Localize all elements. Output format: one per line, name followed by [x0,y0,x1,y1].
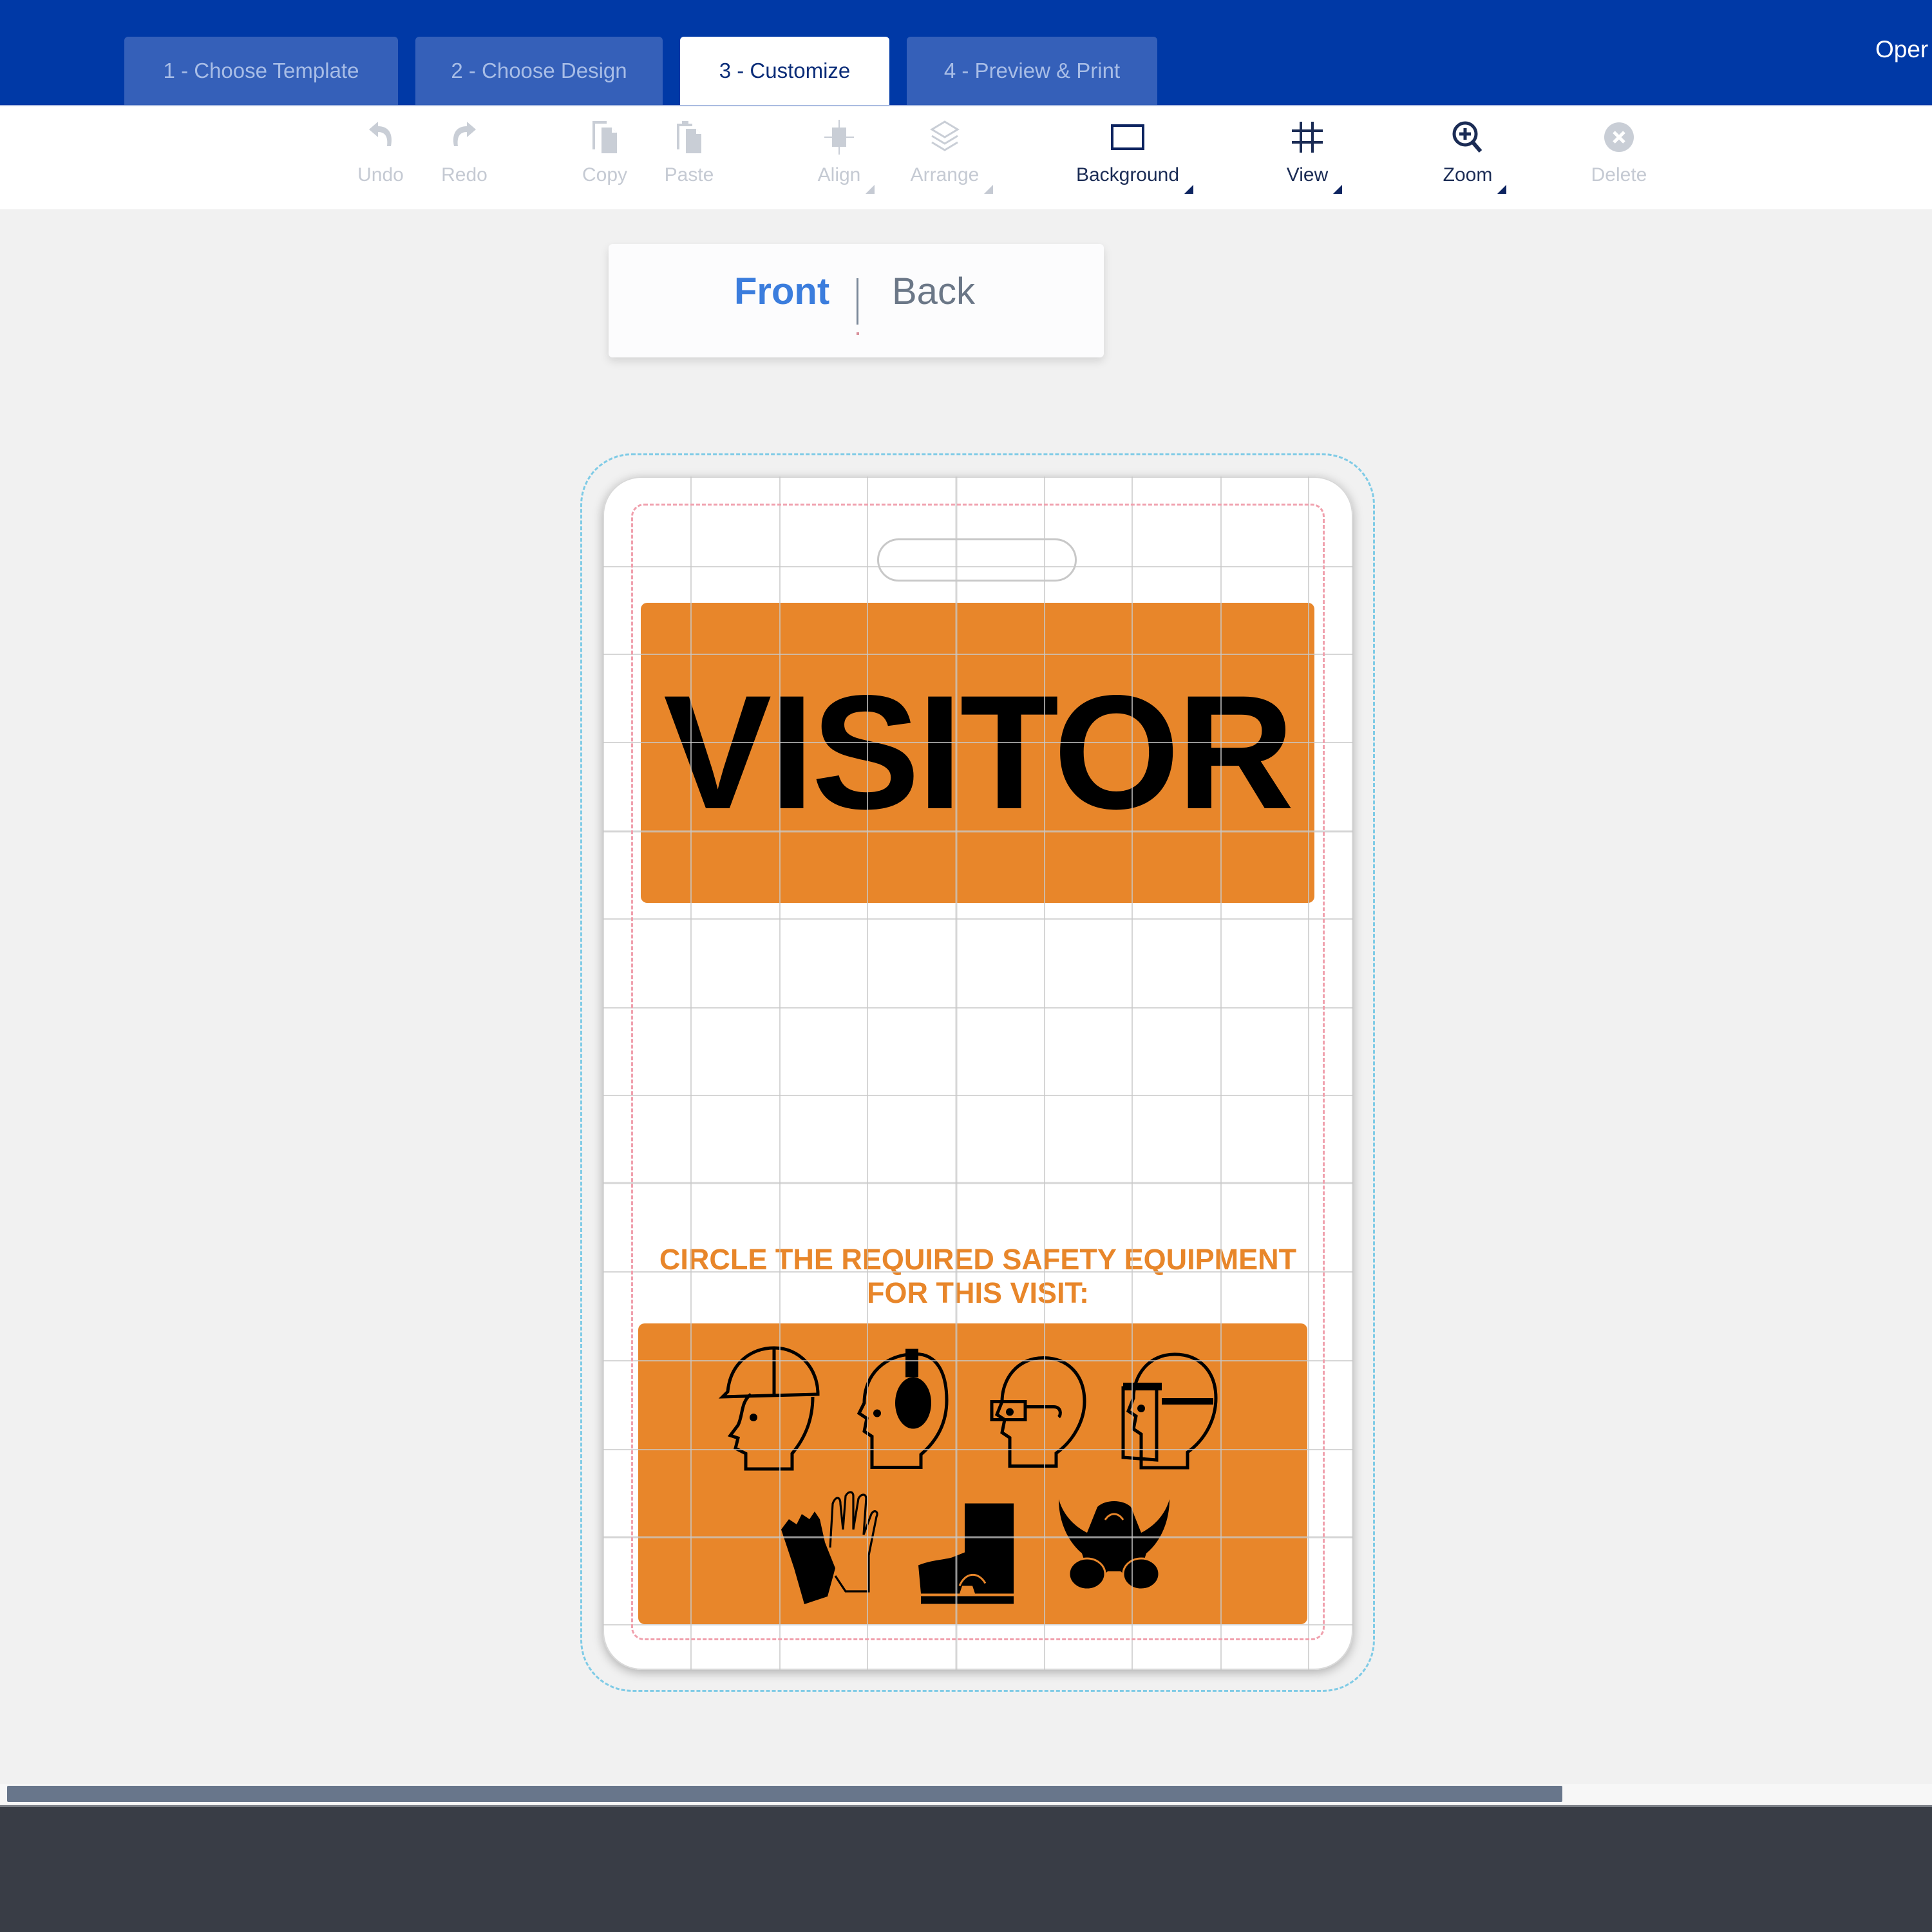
delete-icon [1601,119,1637,155]
tab-choose-design[interactable]: 2 - Choose Design [415,37,663,105]
paste-button[interactable]: Paste [634,119,744,196]
zoom-in-icon [1450,119,1486,155]
side-switch: Front Back [609,244,1104,357]
grid-icon [1289,119,1325,155]
safety-glasses-icon [990,1356,1086,1468]
lanyard-slot [877,538,1077,582]
redo-label: Redo [441,164,488,185]
tab-choose-template[interactable]: 1 - Choose Template [124,37,398,105]
visitor-headline[interactable]: VISITOR [641,603,1314,903]
arrange-text: Arrange [910,164,980,185]
arrange-label: Arrange [910,164,994,194]
view-label: View [1286,164,1343,194]
scrollbar-thumb[interactable] [7,1786,1562,1802]
tab-customize[interactable]: 3 - Customize [680,37,889,105]
paste-icon [671,119,707,155]
editor-toolbar: Undo Redo Copy Paste Align Arrange Backg… [0,105,1932,209]
undo-label: Undo [357,164,404,185]
badge-card-canvas[interactable]: VISITOR CIRCLE THE REQUIRED SAFETY EQUIP… [603,477,1353,1670]
side-separator [857,278,858,325]
copy-label: Copy [582,164,628,185]
undo-icon [363,119,399,155]
rectangle-icon [1110,119,1146,155]
dropdown-caret-icon [984,185,994,194]
background-button[interactable]: Background [1073,119,1194,196]
hard-hat-icon [718,1346,820,1471]
dropdown-caret-icon [866,185,875,194]
footer-bar [0,1805,1932,1932]
ear-protection-icon [857,1349,949,1469]
view-button[interactable]: View [1253,119,1362,196]
align-button[interactable]: Align [784,119,894,196]
front-side-tab[interactable]: Front [734,270,829,313]
align-icon [821,119,857,155]
side-indicator-dot [857,332,859,335]
copy-icon [587,119,623,155]
delete-label: Delete [1591,164,1647,185]
face-shield-icon [1121,1352,1218,1470]
arrange-button[interactable]: Arrange [890,119,999,196]
safety-boot-icon [918,1503,1014,1604]
background-text: Background [1075,164,1180,185]
background-label: Background [1075,164,1194,194]
align-text: Align [817,164,861,185]
safety-instruction-text[interactable]: CIRCLE THE REQUIRED SAFETY EQUIPMENT FOR… [635,1243,1321,1310]
view-text: View [1286,164,1329,185]
zoom-text: Zoom [1443,164,1493,185]
paste-label: Paste [664,164,714,185]
align-label: Align [817,164,875,194]
redo-button[interactable]: Redo [410,119,519,196]
dropdown-caret-icon [1184,185,1194,194]
open-link[interactable]: Oper [1875,36,1928,63]
zoom-label: Zoom [1443,164,1507,194]
layers-icon [927,119,963,155]
redo-icon [446,119,482,155]
tab-preview-print[interactable]: 4 - Preview & Print [907,37,1157,105]
respirator-icon [1059,1499,1170,1591]
top-nav-bar: 1 - Choose Template 2 - Choose Design 3 … [0,0,1932,105]
horizontal-scrollbar[interactable] [0,1784,1932,1804]
dropdown-caret-icon [1333,185,1343,194]
dropdown-caret-icon [1497,185,1507,194]
back-side-tab[interactable]: Back [892,270,975,313]
delete-button[interactable]: Delete [1564,119,1674,196]
gloves-icon [781,1491,878,1604]
zoom-button[interactable]: Zoom [1413,119,1522,196]
